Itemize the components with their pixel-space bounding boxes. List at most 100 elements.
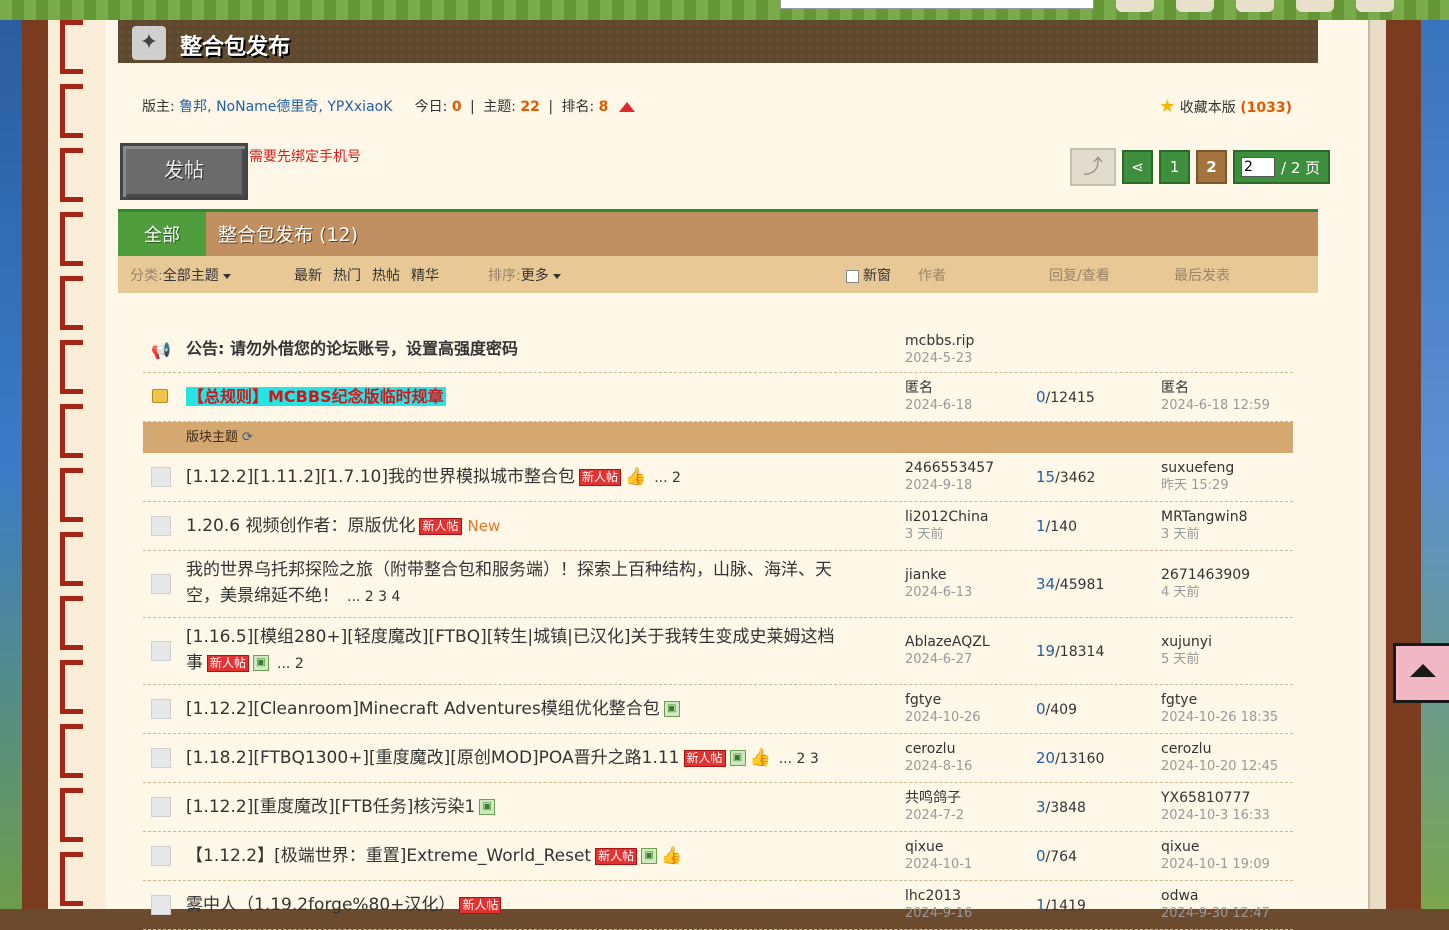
top-icon-bar xyxy=(1116,0,1394,12)
thread-title[interactable]: [1.12.2][1.11.2][1.7.10]我的世界模拟城市整合包 xyxy=(186,467,575,487)
thread-last-post: xujunyi 5 天前 xyxy=(1161,634,1212,667)
thread-icon[interactable] xyxy=(151,748,171,768)
thread-icon[interactable] xyxy=(151,846,171,866)
reply-column-header: 回复/查看 xyxy=(1049,268,1110,284)
thread-icon[interactable] xyxy=(151,574,171,594)
user-icon[interactable] xyxy=(1116,0,1154,12)
page-total: / 2 页 xyxy=(1281,158,1321,177)
forum-logo-icon: ✦ xyxy=(132,26,166,60)
new-window-checkbox[interactable] xyxy=(846,269,859,283)
thumbs-up-icon: 👍 xyxy=(749,748,771,768)
new-user-badge: 新人帖 xyxy=(579,468,622,486)
thread-icon[interactable] xyxy=(151,641,171,661)
table-row: 雾中人（1.19.2forge%80+汉化） 新人帖 lhc2013 2024-9-1… xyxy=(143,881,1293,930)
sticky-title[interactable]: 【总规则】MCBBS纪念版临时规章 xyxy=(186,387,446,406)
page-2-button[interactable]: 2 xyxy=(1196,150,1227,184)
sticky-author: 匿名 2024-6-18 xyxy=(905,380,973,413)
thread-stats: 19/18314 xyxy=(1036,642,1105,660)
thread-pages[interactable]: ... 2 3 xyxy=(779,751,819,767)
moderator-info: 版主: 鲁邦, NoName德里奇, YPXxiaoK 今日: 0 | 主题: … xyxy=(142,96,635,116)
threads-value: 22 xyxy=(520,99,540,115)
filter-hot-posts[interactable]: 热帖 xyxy=(372,265,400,285)
thread-title[interactable]: [1.18.2][FTBQ1300+][重度魔改][原创MOD]POA晋升之路1… xyxy=(186,748,680,768)
pagination: ⤴ ⋖ 1 2 / 2 页 xyxy=(1070,148,1331,186)
page-jump-input[interactable] xyxy=(1241,157,1275,177)
moderator-label: 版主: xyxy=(142,99,175,115)
thread-pages[interactable]: ... 2 3 4 xyxy=(347,589,400,605)
thread-title[interactable]: [1.12.2][重度魔改][FTB任务]核污染1 xyxy=(186,797,475,817)
back-to-top-button[interactable] xyxy=(1393,643,1449,703)
thread-title[interactable]: 雾中人（1.19.2forge%80+汉化） xyxy=(186,895,455,915)
thread-list: 📢 公告: 请勿外借您的论坛账号，设置高强度密码 mcbbs.rip 2024-… xyxy=(143,324,1293,930)
thread-author: fgtye 2024-10-26 xyxy=(905,692,981,725)
thread-author: li2012China 3 天前 xyxy=(905,509,989,542)
thread-title[interactable]: [1.12.2][Cleanroom]Minecraft Adventures模… xyxy=(186,699,660,719)
background-left xyxy=(0,20,22,909)
favorite-forum[interactable]: ★ 收藏本版 (1033) xyxy=(1159,96,1292,117)
chat-icon[interactable] xyxy=(1356,0,1394,12)
heart-icon[interactable] xyxy=(1176,0,1214,12)
image-attachment-icon: ▣ xyxy=(479,799,496,815)
tab-current-forum[interactable]: 整合包发布 (12) xyxy=(218,212,358,259)
new-user-badge: 新人帖 xyxy=(207,654,250,672)
thread-stats: 1/1419 xyxy=(1036,896,1086,914)
thread-author: cerozlu 2024-8-16 xyxy=(905,741,973,774)
image-attachment-icon: ▣ xyxy=(253,655,270,671)
thread-stats: 0/409 xyxy=(1036,700,1077,718)
megaphone-icon: 📢 xyxy=(151,341,171,360)
image-attachment-icon: ▣ xyxy=(729,750,746,766)
chain-link xyxy=(60,148,83,202)
return-icon[interactable]: ⤴ xyxy=(1070,148,1116,186)
share-icon[interactable]: ⋖ xyxy=(1122,150,1153,184)
map-icon[interactable] xyxy=(1236,0,1274,12)
page-1-button[interactable]: 1 xyxy=(1159,150,1190,184)
chain-link xyxy=(60,20,83,74)
chain-link xyxy=(60,404,83,458)
sort-filter[interactable]: 排序:更多 xyxy=(488,265,561,285)
announcement-author: mcbbs.rip 2024-5-23 xyxy=(905,333,975,366)
thread-stats: 20/13160 xyxy=(1036,749,1105,767)
thread-icon[interactable] xyxy=(151,516,171,536)
thread-last-post: YX65810777 2024-10-3 16:33 xyxy=(1161,790,1270,823)
filter-hot[interactable]: 热门 xyxy=(333,265,361,285)
filter-digest[interactable]: 精华 xyxy=(411,265,439,285)
chain-link xyxy=(60,724,83,778)
thread-last-post: qixue 2024-10-1 19:09 xyxy=(1161,839,1270,872)
thread-pages[interactable]: ... 2 xyxy=(277,656,304,672)
threads-label: 主题: xyxy=(483,99,516,115)
table-row: [1.12.2][重度魔改][FTB任务]核污染1 ▣ 共鸣鸽子 2024-7-2 3/… xyxy=(143,783,1293,832)
thread-icon[interactable] xyxy=(151,467,171,487)
bind-phone-notice[interactable]: 需要先绑定手机号 xyxy=(249,146,361,166)
chain-link xyxy=(60,340,83,394)
chain-link xyxy=(60,596,83,650)
top-search-box[interactable] xyxy=(780,0,1094,9)
today-label: 今日: xyxy=(414,99,448,115)
tab-all[interactable]: 全部 xyxy=(118,212,206,259)
book-spine xyxy=(1368,20,1388,909)
refresh-icon[interactable]: ⟳ xyxy=(242,430,253,445)
apple-icon[interactable] xyxy=(1296,0,1334,12)
thread-icon[interactable] xyxy=(151,797,171,817)
thread-icon[interactable] xyxy=(151,895,171,915)
moderator-names[interactable]: 鲁邦, NoName德里奇, YPXxiaoK xyxy=(179,99,392,115)
today-value: 0 xyxy=(451,99,462,115)
table-row: [1.12.2][Cleanroom]Minecraft Adventures模… xyxy=(143,685,1293,734)
chain-link xyxy=(60,212,83,266)
new-post-button[interactable]: 发帖 xyxy=(120,143,248,200)
rank-value: 8 xyxy=(598,99,609,115)
new-window-toggle[interactable]: 新窗 xyxy=(846,265,891,285)
thread-title[interactable]: 1.20.6 视频创作者：原版优化 xyxy=(186,516,415,536)
thread-icon[interactable] xyxy=(151,699,171,719)
table-row: [1.12.2][1.11.2][1.7.10]我的世界模拟城市整合包 新人帖 👍.… xyxy=(143,453,1293,502)
announcement-title[interactable]: 公告: 请勿外借您的论坛账号，设置高强度密码 xyxy=(186,336,836,362)
category-filter[interactable]: 分类:全部主题 xyxy=(130,265,231,285)
thread-title[interactable]: 我的世界乌托邦探险之旅（附带整合包和服务端）！探索上百种结构，山脉、海洋、天空，… xyxy=(186,560,832,606)
thread-last-post: cerozlu 2024-10-20 12:45 xyxy=(1161,741,1279,774)
background-right xyxy=(1421,20,1449,909)
rank-up-icon xyxy=(618,102,635,112)
thread-title[interactable]: 【1.12.2】[极端世界：重置]Extreme_World_Reset xyxy=(186,846,591,866)
table-row: 【1.12.2】[极端世界：重置]Extreme_World_Reset 新人帖 ▣… xyxy=(143,832,1293,881)
star-icon: ★ xyxy=(1159,96,1176,117)
filter-latest[interactable]: 最新 xyxy=(294,265,322,285)
thread-pages[interactable]: ... 2 xyxy=(654,470,681,486)
